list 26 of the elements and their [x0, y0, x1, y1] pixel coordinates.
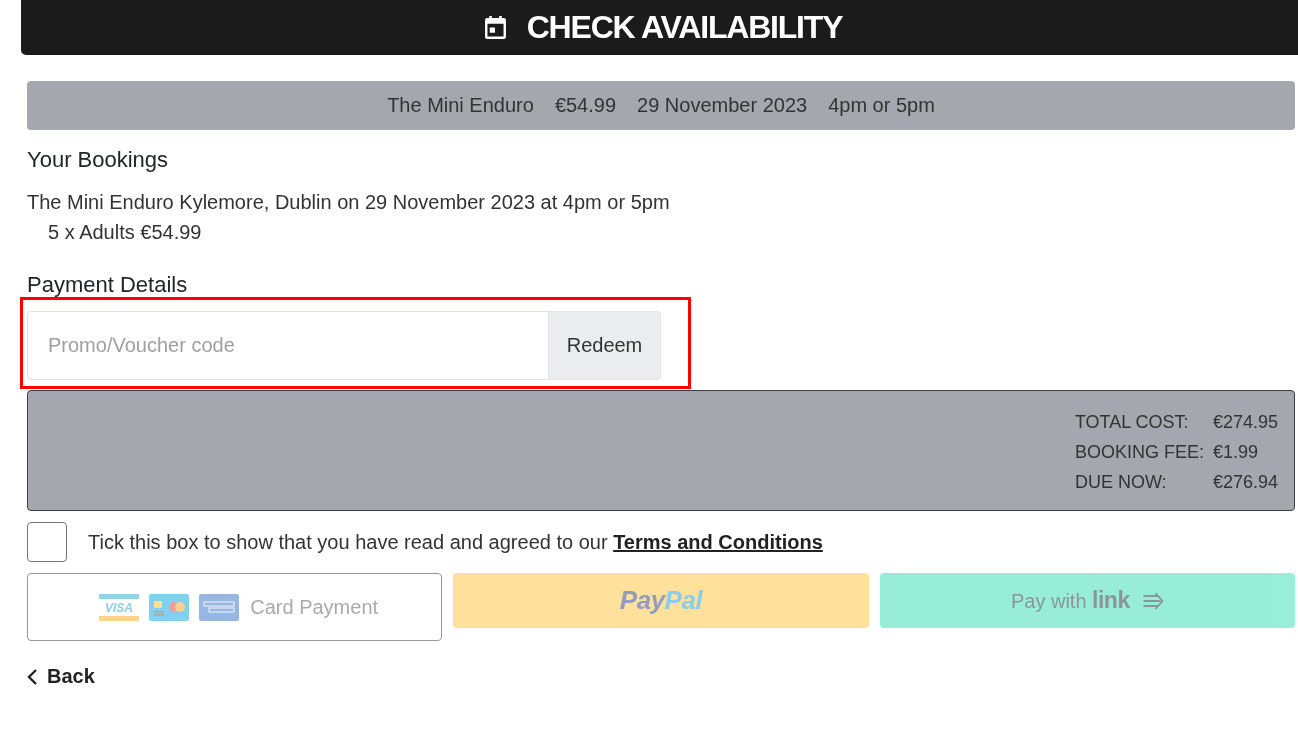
arrow-icon [1141, 591, 1164, 610]
chevron-left-icon [27, 668, 38, 685]
bank-card-icon [149, 593, 190, 621]
section-heading: Your Bookings [27, 147, 169, 172]
total-label: BOOKING FEE: [1074, 441, 1204, 464]
booking-line: 5 x Adults €54.99 [48, 220, 202, 245]
calendar-icon [484, 16, 506, 39]
terms-link[interactable]: Terms and Conditions [613, 530, 823, 553]
summary-item: €54.99 [554, 94, 617, 117]
payment-card-icon [199, 593, 240, 621]
redeem-button[interactable]: Redeem [548, 311, 661, 380]
back-link[interactable]: Back [27, 665, 95, 688]
promo-code-field[interactable]: Promo/Voucher code [27, 311, 548, 380]
check-availability-button[interactable]: CHECK AVAILABILITY [21, 0, 1298, 55]
terms-text: Tick this box to show that you have read and agreed to our Terms and Conditions [88, 530, 823, 554]
total-value: €274.95 [1212, 411, 1278, 434]
terms-checkbox[interactable] [27, 522, 67, 562]
summary-item: 29 November 2023 [637, 94, 808, 117]
total-label: TOTAL COST: [1074, 411, 1190, 434]
total-value: €276.94 [1212, 471, 1278, 494]
total-value: €1.99 [1212, 441, 1259, 464]
summary-item: 4pm or 5pm [828, 94, 935, 117]
summary-item: The Mini Enduro [387, 94, 534, 117]
total-label: DUE NOW: [1074, 471, 1168, 494]
section-heading: Payment Details [27, 272, 188, 297]
booking-description: The Mini Enduro Kylemore, Dublin on 29 November 2023 at 4pm or 5pm [27, 190, 670, 215]
